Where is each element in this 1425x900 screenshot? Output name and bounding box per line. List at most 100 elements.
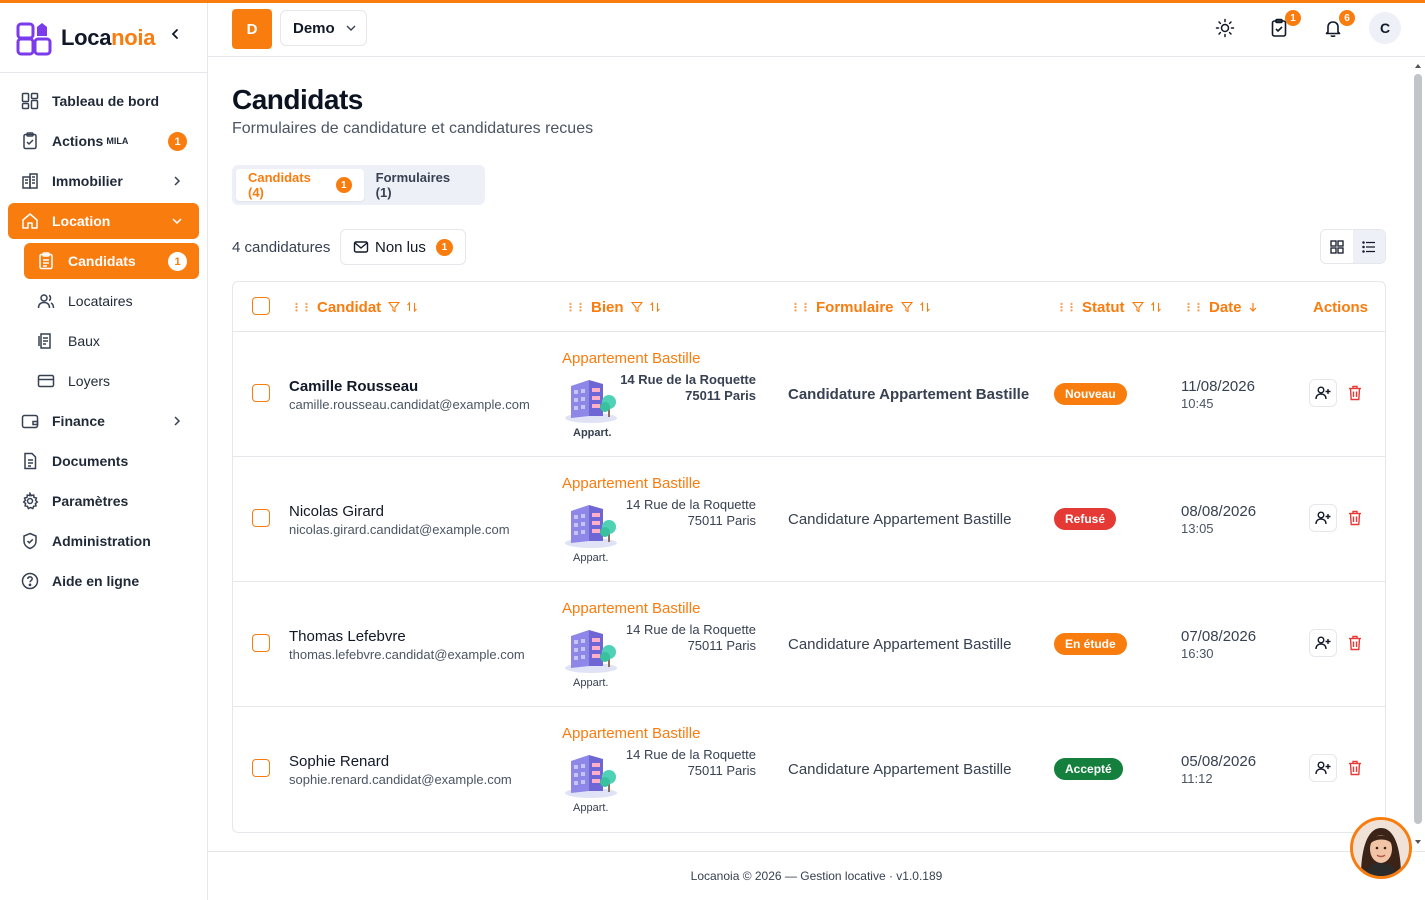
column-formulaire[interactable]: ⋮⋮ Formulaire (790, 282, 931, 332)
drag-handle-icon[interactable]: ⋮⋮ (1056, 301, 1077, 314)
page-subtitle: Formulaires de candidature et candidatur… (232, 120, 594, 137)
row-checkbox[interactable] (252, 509, 270, 527)
tab-candidats[interactable]: Candidats (4) 1 (236, 169, 364, 201)
scroll-down-icon (1415, 840, 1421, 844)
sort-icon[interactable] (649, 301, 661, 313)
user-plus-icon (1315, 386, 1331, 400)
candidate-name[interactable]: Camille Rousseau (289, 378, 418, 395)
assistant-avatar-icon (1353, 820, 1409, 876)
users-icon (36, 291, 56, 311)
property-address: 14 Rue de la Roquette 75011 Paris (613, 622, 756, 654)
property-link[interactable]: Appartement Bastille (562, 725, 700, 742)
sidebar-item-loyers[interactable]: Loyers (24, 363, 199, 399)
chevron-left-icon (171, 29, 178, 39)
scroll-thumb[interactable] (1414, 74, 1422, 824)
table-row[interactable]: Thomas Lefebvre thomas.lefebvre.candidat@… (233, 582, 1385, 707)
sidebar-item-documents[interactable]: Documents (8, 443, 199, 479)
filter-icon[interactable] (900, 301, 913, 313)
sidebar-item-locataires[interactable]: Locataires (24, 283, 199, 319)
candidate-name[interactable]: Thomas Lefebvre (289, 628, 406, 645)
sidebar-item-immobilier[interactable]: Immobilier (8, 163, 199, 199)
row-checkbox[interactable] (252, 634, 270, 652)
sidebar-item-parametres[interactable]: Paramètres (8, 483, 199, 519)
sidebar-item-dashboard[interactable]: Tableau de bord (8, 83, 199, 119)
table-row[interactable]: Nicolas Girard nicolas.girard.candidat@ex… (233, 457, 1385, 582)
top-header: D Demo 1 6 C (208, 3, 1425, 57)
sidebar-item-finance[interactable]: Finance (8, 403, 199, 439)
drag-handle-icon[interactable]: ⋮⋮ (291, 301, 312, 314)
notifications-button[interactable]: 6 (1321, 10, 1355, 40)
convert-to-tenant-button[interactable] (1309, 504, 1337, 532)
property-type: Appart. (573, 802, 609, 814)
convert-to-tenant-button[interactable] (1309, 754, 1337, 782)
row-checkbox[interactable] (252, 384, 270, 402)
column-bien[interactable]: ⋮⋮ Bien (565, 282, 661, 332)
table-row[interactable]: Sophie Renard sophie.renard.candidat@exam… (233, 707, 1385, 832)
table-header: ⋮⋮ Candidat ⋮⋮ Bien ⋮⋮ Formulaire ⋮⋮ Statut (233, 282, 1385, 332)
assistant-avatar-button[interactable] (1350, 817, 1412, 879)
drag-handle-icon[interactable]: ⋮⋮ (1183, 301, 1204, 314)
status-badge: Refusé (1054, 508, 1117, 530)
filter-icon[interactable] (1131, 301, 1144, 313)
sidebar-item-label: Loyers (68, 373, 111, 389)
grid-view-button[interactable] (1321, 230, 1353, 263)
drag-handle-icon[interactable]: ⋮⋮ (790, 301, 811, 314)
applications-count: 4 candidatures (232, 239, 331, 256)
sidebar-item-aide[interactable]: Aide en ligne (8, 563, 199, 599)
theme-toggle-button[interactable] (1213, 16, 1237, 40)
table-row[interactable]: Camille Rousseau camille.rousseau.candida… (233, 332, 1385, 457)
unread-filter-button[interactable]: Non lus 1 (340, 229, 466, 265)
candidate-name[interactable]: Nicolas Girard (289, 503, 384, 520)
delete-button[interactable] (1347, 635, 1363, 651)
property-address: 14 Rue de la Roquette 75011 Paris (613, 747, 756, 779)
delete-button[interactable] (1347, 760, 1363, 776)
tasks-button[interactable]: 1 (1267, 10, 1301, 40)
logo-icon (16, 20, 52, 56)
filter-icon[interactable] (388, 301, 401, 313)
delete-button[interactable] (1347, 385, 1363, 401)
convert-to-tenant-button[interactable] (1309, 629, 1337, 657)
convert-to-tenant-button[interactable] (1309, 379, 1337, 407)
tab-formulaires[interactable]: Formulaires (1) (364, 169, 481, 201)
sort-icon[interactable] (919, 301, 931, 313)
user-avatar[interactable]: C (1369, 12, 1401, 44)
sidebar-item-location[interactable]: Location (8, 203, 199, 239)
scroll-up-icon (1415, 64, 1421, 68)
row-checkbox[interactable] (252, 759, 270, 777)
sort-icon[interactable] (406, 301, 418, 313)
select-all-checkbox[interactable] (252, 297, 270, 315)
address-line-1: 14 Rue de la Roquette (625, 497, 756, 512)
column-actions: Actions (1313, 282, 1368, 332)
building-icon (20, 171, 40, 191)
sidebar-item-label: Administration (52, 533, 151, 549)
candidats-badge: 1 (168, 252, 187, 271)
property-address: 14 Rue de la Roquette 75011 Paris (613, 372, 756, 404)
sort-icon[interactable] (1150, 301, 1162, 313)
sort-desc-icon[interactable] (1248, 301, 1258, 313)
application-date: 05/08/2026 (1181, 753, 1257, 770)
drag-handle-icon[interactable]: ⋮⋮ (565, 301, 586, 314)
sidebar-item-administration[interactable]: Administration (8, 523, 199, 559)
credit-card-icon (36, 371, 56, 391)
candidate-name[interactable]: Sophie Renard (289, 753, 389, 770)
application-time: 10:45 (1181, 396, 1214, 411)
column-statut[interactable]: ⋮⋮ Statut (1056, 282, 1162, 332)
delete-button[interactable] (1347, 510, 1363, 526)
property-link[interactable]: Appartement Bastille (562, 350, 700, 367)
column-label: Date (1209, 298, 1242, 316)
org-avatar[interactable]: D (232, 9, 272, 49)
sidebar-item-candidats[interactable]: Candidats 1 (24, 243, 199, 279)
scrollbar[interactable] (1412, 60, 1424, 850)
org-selector[interactable]: Demo (280, 10, 367, 46)
column-date[interactable]: ⋮⋮ Date (1183, 282, 1258, 332)
column-candidat[interactable]: ⋮⋮ Candidat (291, 282, 418, 332)
sidebar-item-actions[interactable]: Actions MILA 1 (8, 123, 199, 159)
property-link[interactable]: Appartement Bastille (562, 600, 700, 617)
filter-icon[interactable] (630, 301, 643, 313)
list-view-button[interactable] (1353, 230, 1385, 263)
collapse-sidebar-button[interactable] (166, 25, 184, 43)
status-badge: Nouveau (1054, 383, 1127, 405)
property-link[interactable]: Appartement Bastille (562, 475, 700, 492)
sidebar-item-baux[interactable]: Baux (24, 323, 199, 359)
trash-icon (1349, 385, 1361, 401)
